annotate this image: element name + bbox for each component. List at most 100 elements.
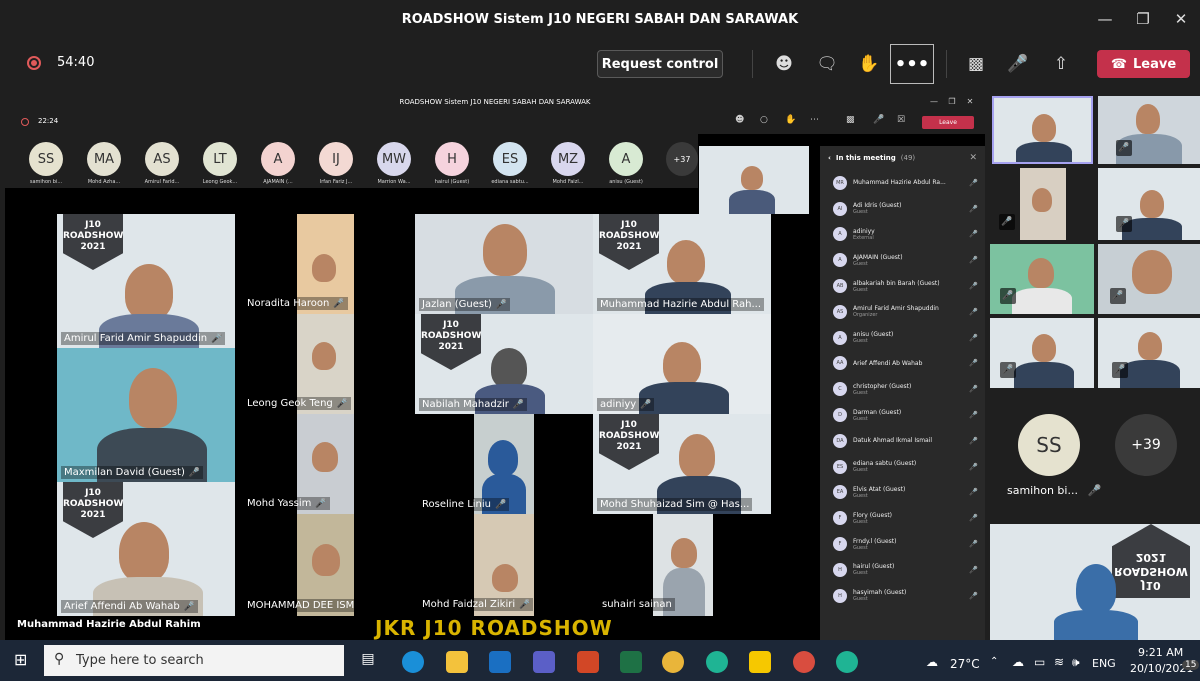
participant-name: Mohd Shuhaizad Sim @ Has... — [597, 498, 753, 511]
gallery-tile[interactable]: 🎤 — [990, 244, 1094, 314]
minimize-icon[interactable]: — — [1086, 10, 1124, 28]
participant-list-item[interactable]: ES ediana sabtu (Guest) Guest 🎤 — [820, 454, 985, 480]
participant-list-item[interactable]: AI Adi Idris (Guest) Guest 🎤 — [820, 196, 985, 222]
battery-icon[interactable]: ▭ — [1034, 655, 1045, 669]
participant-list-item[interactable]: Hhasyimah (Guest) Guest 🎤 — [820, 583, 985, 609]
cloud-icon[interactable]: ☁ — [1012, 655, 1024, 669]
video-tile: J10 ROADSHOW 2021 Muhammad Hazirie Abdul R… — [593, 214, 771, 314]
camera-icon[interactable]: ▩ — [964, 52, 988, 76]
gallery-tile[interactable]: 🎤 — [1098, 318, 1200, 388]
sticky-notes-icon[interactable] — [749, 651, 771, 673]
gallery-tile[interactable]: 🎤 — [990, 318, 1094, 388]
tray-chevron-icon[interactable]: ⌃ — [990, 656, 998, 667]
volume-icon[interactable]: 🕪 — [1072, 655, 1080, 670]
chrome-icon[interactable] — [662, 651, 684, 673]
app-icon[interactable] — [836, 651, 858, 673]
reactions-icon[interactable]: ✋ — [857, 52, 881, 76]
participant-list-item[interactable]: D Darman (Guest) Guest 🎤 — [820, 402, 985, 428]
name-label-area: Roseline Liniu 🎤 — [415, 494, 535, 514]
participant-list-item[interactable]: AS Amirul Farid Amir Shapuddin Organizer 🎤 — [820, 299, 985, 325]
participant-avatar[interactable]: MA Mohd Azha... — [80, 134, 128, 188]
participant-name: Jazlan (Guest) 🎤 — [419, 298, 511, 311]
participant-list-item[interactable]: Hhairul (Guest) Guest 🎤 — [820, 557, 985, 583]
participant-list-item[interactable]: EA Elvis Atat (Guest) Guest 🎤 — [820, 480, 985, 506]
participant-avatar[interactable]: Hhairul (Guest) — [428, 134, 476, 188]
participant-list-item[interactable]: F Frndy.l (Guest) Guest 🎤 — [820, 531, 985, 557]
self-video-tile — [699, 146, 809, 214]
participant-list-item[interactable]: AB albakariah bin Barah (Guest) Guest 🎤 — [820, 273, 985, 299]
mic-muted-icon: 🎤 — [969, 204, 978, 213]
participant-name: Datuk Ahmad Ikmal Ismail — [853, 437, 933, 445]
clock-time[interactable]: 9:21 AM — [1138, 646, 1183, 659]
participant-list-item[interactable]: A AJAMAIN (Guest) Guest 🎤 — [820, 247, 985, 273]
video-tile: J10 ROADSHOW 2021 Nabilah Mahadzir 🎤 — [415, 314, 593, 414]
file-explorer-icon[interactable] — [446, 651, 468, 673]
participant-list-item[interactable]: Aanisu (Guest) Guest 🎤 — [820, 325, 985, 351]
participant-list-item[interactable]: AA Arief Affendi Ab Wahab 🎤 — [820, 351, 985, 377]
participant-avatar[interactable]: LT Leong Geok... — [196, 134, 244, 188]
participant-avatar[interactable]: SS samihon bi... — [22, 134, 70, 188]
gallery-tile[interactable] — [1020, 168, 1066, 240]
video-tile: Mohd Yassim 🎤 — [240, 414, 354, 514]
participant-initials: AB — [833, 279, 847, 294]
participant-initials: A — [833, 227, 847, 242]
more-participants-button[interactable]: +39 — [1115, 414, 1177, 476]
mic-muted-icon[interactable]: 🎤 — [1006, 52, 1030, 76]
leave-button[interactable]: ☎ Leave — [1097, 50, 1190, 78]
maximize-icon[interactable]: ❐ — [1124, 10, 1162, 28]
wifi-icon[interactable]: ≋ — [1054, 655, 1064, 669]
close-icon[interactable]: ✕ — [1162, 10, 1200, 28]
outlook-icon[interactable] — [489, 651, 511, 673]
participant-avatar[interactable]: MW Marrion Wa... — [370, 134, 418, 188]
more-actions-button[interactable]: ••• — [890, 44, 934, 84]
avatar-name: samihon bi... — [29, 179, 63, 185]
chat-icon[interactable]: 🗨 — [815, 52, 839, 76]
participants-icon[interactable]: ☻ — [772, 52, 796, 76]
participant-role: Guest — [853, 596, 868, 603]
teams-icon[interactable] — [533, 651, 555, 673]
avatar-initials: MZ — [551, 142, 585, 176]
participant-list-item[interactable]: Cchristopher (Guest) Guest 🎤 — [820, 376, 985, 402]
excel-icon[interactable] — [620, 651, 642, 673]
participant-avatar[interactable]: IJ Irfan Fariz J... — [312, 134, 360, 188]
edge-icon[interactable] — [402, 651, 424, 673]
name-label-area: suhairi sainan — [595, 594, 675, 614]
temperature[interactable]: 27°C — [950, 657, 980, 671]
more-avatars-button[interactable]: +37 — [666, 142, 698, 176]
participant-avatar[interactable]: A AJAMAIN (... — [254, 134, 302, 188]
participant-list-item[interactable]: Aadiniyy External 🎤 — [820, 222, 985, 248]
participant-list-item[interactable]: MR Muhammad Hazirie Abdul Ra... 🎤 — [820, 170, 985, 196]
participant-avatar[interactable]: SS — [1018, 414, 1080, 476]
app-icon[interactable] — [706, 651, 728, 673]
participant-list-item[interactable]: DA Datuk Ahmad Ikmal Ismail 🎤 — [820, 428, 985, 454]
participant-initials: H — [833, 562, 847, 577]
participant-list-item[interactable]: F Flory (Guest) Guest 🎤 — [820, 505, 985, 531]
gallery-tile[interactable]: 🎤 — [1098, 168, 1200, 240]
powerpoint-icon[interactable] — [577, 651, 599, 673]
weather-icon[interactable]: ☁ — [926, 655, 938, 669]
participant-avatar[interactable]: AS Amirul Farid... — [138, 134, 186, 188]
panel-title: In this meeting — [835, 154, 896, 162]
gallery-tile[interactable]: 🎤 — [1098, 244, 1200, 314]
gallery-tile[interactable]: 🎤 — [1098, 96, 1200, 164]
mic-muted-icon: 🎤 — [495, 500, 507, 510]
windows-start-icon[interactable]: ⊞ — [14, 650, 27, 669]
taskbar-search-box[interactable]: ⚲ Type here to search — [44, 645, 344, 676]
mic-muted-icon: 🎤 — [336, 399, 348, 409]
participant-initials: AI — [833, 201, 847, 216]
mic-muted-icon: 🎤 — [519, 600, 531, 610]
language-indicator[interactable]: ENG — [1092, 657, 1116, 670]
avatar-initials: H — [435, 142, 469, 176]
chrome-profile-icon[interactable] — [793, 651, 815, 673]
notification-badge[interactable]: 15 — [1182, 660, 1200, 670]
participant-avatar[interactable]: MZ Mohd Faizl... — [544, 134, 592, 188]
avatar-initials: MA — [87, 142, 121, 176]
gallery-tile[interactable] — [992, 96, 1093, 164]
gallery-tile[interactable]: J10 ROADSHOW 2021 — [990, 524, 1200, 640]
participant-avatar[interactable]: Aanisu (Guest) — [602, 134, 650, 188]
request-control-button[interactable]: Request control — [597, 50, 723, 78]
task-view-icon[interactable]: ▤ — [357, 651, 379, 673]
share-screen-icon[interactable]: ⇧ — [1049, 52, 1073, 76]
participant-avatar[interactable]: ES ediana sabtu... — [486, 134, 534, 188]
participant-name: hasyimah (Guest) — [853, 589, 907, 597]
